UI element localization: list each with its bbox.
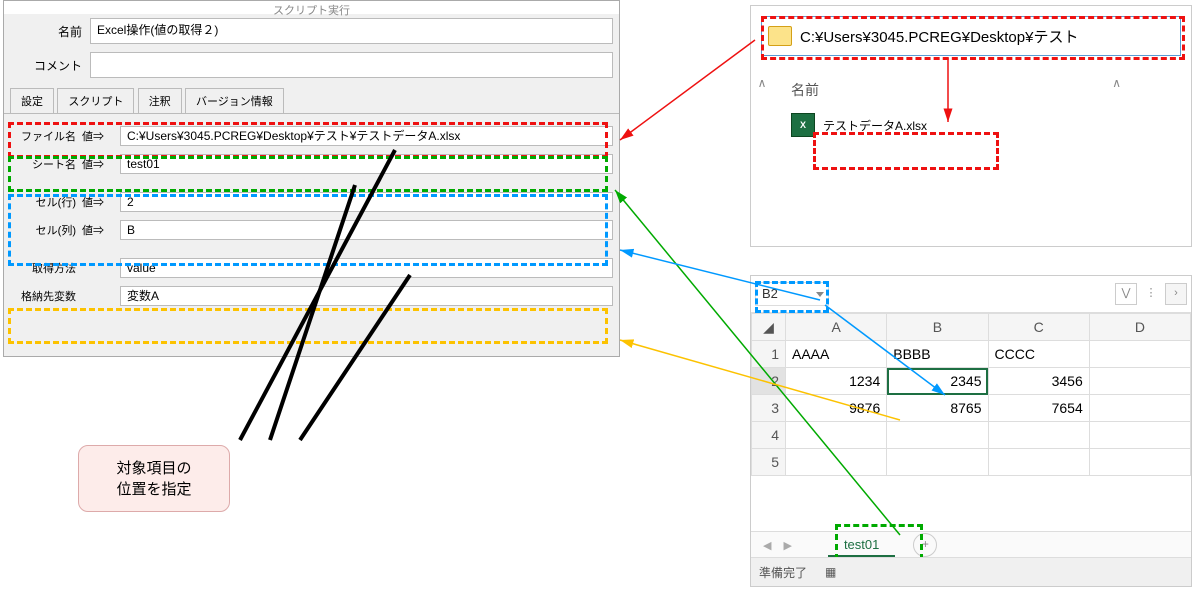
cell[interactable] bbox=[887, 449, 988, 476]
cell[interactable]: CCCC bbox=[988, 341, 1089, 368]
row-label: セル(行) bbox=[10, 194, 82, 210]
name-label: 名前 bbox=[10, 23, 90, 40]
script-dialog: スクリプト実行 名前 Excel操作(値の取得２) コメント 設定 スクリプト … bbox=[3, 0, 620, 357]
col-header-D[interactable]: D bbox=[1089, 314, 1190, 341]
address-bar[interactable]: C:¥Users¥3045.PCREG¥Desktop¥テスト bbox=[761, 16, 1181, 56]
name-field[interactable]: Excel操作(値の取得２) bbox=[90, 18, 613, 44]
spreadsheet-grid[interactable]: ◢ A B C D 1AAAABBBBCCCC 2123423453456 3987… bbox=[751, 313, 1191, 476]
dialog-header: スクリプト実行 bbox=[4, 1, 619, 14]
formula-expand-icon[interactable]: ⋁ bbox=[1115, 283, 1137, 305]
cell[interactable]: AAAA bbox=[786, 341, 887, 368]
sort-caret-icon[interactable]: ∧ bbox=[1112, 76, 1121, 90]
tab-notes[interactable]: 注釈 bbox=[138, 88, 182, 113]
file-name: テストデータA.xlsx bbox=[823, 117, 927, 134]
cell[interactable]: 7654 bbox=[988, 395, 1089, 422]
method-label: 取得方法 bbox=[10, 260, 82, 276]
col-label: セル(列) bbox=[10, 222, 82, 238]
dialog-tabs: 設定 スクリプト 注釈 バージョン情報 bbox=[4, 88, 619, 114]
cell[interactable] bbox=[786, 422, 887, 449]
status-text: 準備完了 bbox=[759, 564, 807, 581]
row-field[interactable]: 2 bbox=[120, 192, 613, 212]
name-box[interactable]: B2 bbox=[755, 282, 829, 306]
namebox-dropdown-icon[interactable] bbox=[816, 292, 824, 297]
sheet-nav-next[interactable]: ▶ bbox=[777, 539, 797, 552]
var-label: 格納先変数 bbox=[10, 288, 82, 304]
file-label: ファイル名 bbox=[10, 128, 82, 144]
row-header[interactable]: 5 bbox=[752, 449, 786, 476]
tab-version[interactable]: バージョン情報 bbox=[185, 88, 284, 113]
cell[interactable] bbox=[988, 449, 1089, 476]
col-header-B[interactable]: B bbox=[887, 314, 988, 341]
callout: 対象項目の 位置を指定 bbox=[78, 445, 230, 512]
cell[interactable]: 9876 bbox=[786, 395, 887, 422]
excel-file-icon: X bbox=[791, 113, 815, 137]
comment-label: コメント bbox=[10, 57, 90, 74]
row-header[interactable]: 2 bbox=[752, 368, 786, 395]
sheet-nav-prev[interactable]: ◀ bbox=[757, 539, 777, 552]
comment-field[interactable] bbox=[90, 52, 613, 78]
sheet-tab[interactable]: test01 bbox=[828, 534, 895, 557]
col-header-A[interactable]: A bbox=[786, 314, 887, 341]
col-header-C[interactable]: C bbox=[988, 314, 1089, 341]
cell[interactable] bbox=[1089, 395, 1190, 422]
cell[interactable]: 3456 bbox=[988, 368, 1089, 395]
cell[interactable] bbox=[1089, 368, 1190, 395]
row-header[interactable]: 4 bbox=[752, 422, 786, 449]
file-explorer: C:¥Users¥3045.PCREG¥Desktop¥テスト ∧ 名前 X テ… bbox=[750, 5, 1192, 247]
cell[interactable]: BBBB bbox=[887, 341, 988, 368]
file-row[interactable]: X テストデータA.xlsx bbox=[791, 110, 1173, 140]
tab-script[interactable]: スクリプト bbox=[57, 88, 134, 113]
ribbon-collapse-icon[interactable]: › bbox=[1165, 283, 1187, 305]
address-text: C:¥Users¥3045.PCREG¥Desktop¥テスト bbox=[800, 26, 1078, 47]
cell[interactable] bbox=[988, 422, 1089, 449]
add-sheet-button[interactable]: + bbox=[913, 533, 937, 557]
cell[interactable] bbox=[786, 449, 887, 476]
row-header[interactable]: 3 bbox=[752, 395, 786, 422]
cell[interactable] bbox=[1089, 449, 1190, 476]
cell[interactable]: 1234 bbox=[786, 368, 887, 395]
file-field[interactable]: C:¥Users¥3045.PCREG¥Desktop¥テスト¥テストデータA.… bbox=[120, 126, 613, 146]
col-field[interactable]: B bbox=[120, 220, 613, 240]
method-field[interactable]: value bbox=[120, 258, 613, 278]
excel-window: B2 ⋁ ⋮ › ◢ A B C D 1AAAABBBBCCCC21234234… bbox=[750, 275, 1192, 587]
cell[interactable] bbox=[1089, 422, 1190, 449]
param-panel: ファイル名 値⇒ C:¥Users¥3045.PCREG¥Desktop¥テスト… bbox=[10, 122, 613, 310]
sheet-label: シート名 bbox=[10, 156, 82, 172]
record-macro-icon[interactable]: ▦ bbox=[825, 565, 836, 579]
cell[interactable] bbox=[887, 422, 988, 449]
cell[interactable]: 8765 bbox=[887, 395, 988, 422]
folder-icon bbox=[768, 26, 792, 46]
cell[interactable] bbox=[1089, 341, 1190, 368]
tab-settings[interactable]: 設定 bbox=[10, 88, 54, 113]
var-field[interactable]: 変数A bbox=[120, 286, 613, 306]
cell[interactable]: 2345 bbox=[887, 368, 988, 395]
sheet-field[interactable]: test01 bbox=[120, 154, 613, 174]
select-all-corner[interactable]: ◢ bbox=[752, 314, 786, 341]
highlight-var bbox=[8, 308, 608, 344]
row-header[interactable]: 1 bbox=[752, 341, 786, 368]
scroll-up[interactable]: ∧ bbox=[751, 76, 773, 140]
